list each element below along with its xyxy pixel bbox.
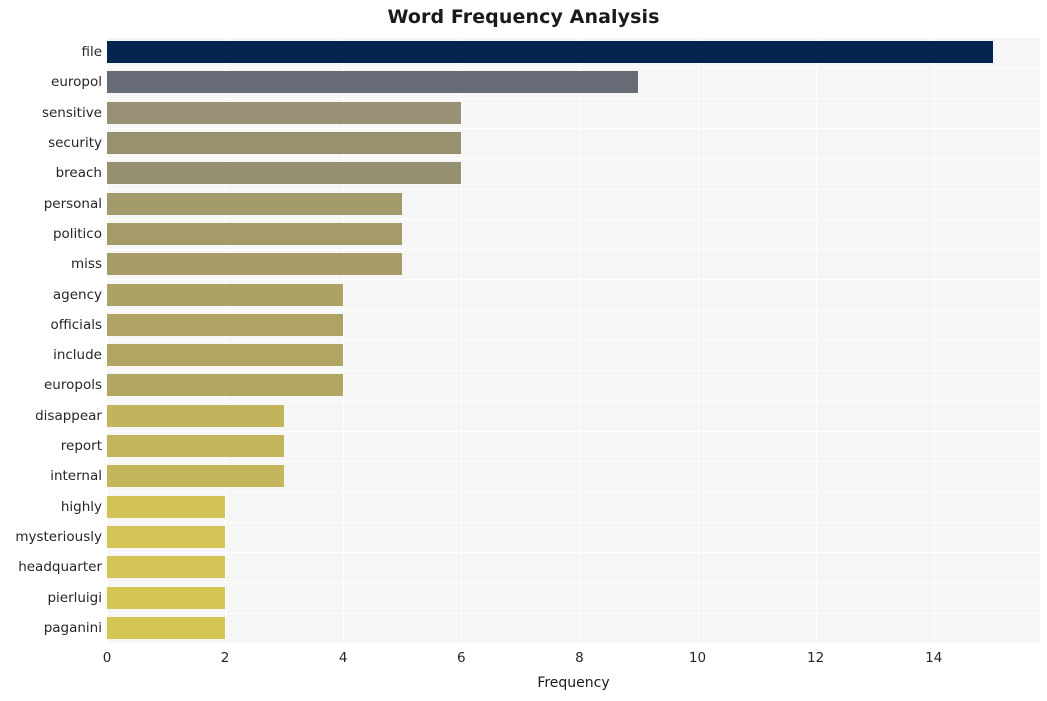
y-axis-tick-label: europol (51, 74, 102, 90)
y-axis-tick-label: internal (50, 468, 102, 484)
gridline-horizontal (107, 249, 1040, 250)
gridline-horizontal (107, 158, 1040, 159)
gridline-horizontal (107, 37, 1040, 38)
y-axis-tick-label: miss (71, 256, 102, 272)
bar (107, 102, 461, 124)
bar (107, 132, 461, 154)
bar (107, 284, 343, 306)
bar (107, 223, 402, 245)
bar (107, 344, 343, 366)
chart-title: Word Frequency Analysis (387, 6, 660, 28)
gridline-horizontal (107, 128, 1040, 129)
figure-canvas: Word Frequency Analysis file europol sensi… (0, 0, 1047, 701)
y-axis-tick-label: sensitive (41, 105, 102, 121)
x-axis-tick-label: 4 (338, 650, 348, 666)
y-axis-tick-label: report (60, 438, 102, 454)
bar (107, 193, 402, 215)
y-axis-tick-label: security (48, 135, 102, 151)
bar (107, 587, 225, 609)
gridline-vertical (579, 37, 580, 643)
y-axis-tick-label: highly (60, 499, 102, 515)
bar (107, 526, 225, 548)
x-axis-tick-label: 6 (457, 650, 466, 666)
gridline-vertical (461, 37, 462, 643)
gridline-horizontal (107, 189, 1040, 190)
y-axis-tick-label: paganini (43, 620, 102, 636)
bar (107, 374, 343, 396)
y-axis-tick-label: agency (52, 287, 102, 303)
bar (107, 556, 225, 578)
y-axis-tick-label: include (53, 347, 102, 363)
gridline-horizontal (107, 522, 1040, 523)
gridline-horizontal (107, 279, 1040, 280)
y-axis-tick-label: headquarter (18, 559, 102, 575)
bar (107, 314, 343, 336)
y-axis-tick-label: europols (44, 377, 102, 393)
x-axis-title: Frequency (537, 675, 610, 691)
gridline-horizontal (107, 613, 1040, 614)
gridline-vertical (225, 37, 226, 643)
gridline-horizontal (107, 370, 1040, 371)
gridline-vertical (343, 37, 344, 643)
y-axis-tick-label: breach (55, 165, 102, 181)
x-axis-tick-label: 12 (807, 650, 825, 666)
bar (107, 41, 993, 63)
gridline-vertical (934, 37, 935, 643)
gridline-horizontal (107, 340, 1040, 341)
bar (107, 496, 225, 518)
y-axis-tick-label: mysteriously (15, 529, 102, 545)
gridline-horizontal (107, 461, 1040, 462)
x-axis-tick-labels: 0 2 4 6 8 10 12 14 (0, 650, 1047, 670)
bar (107, 405, 284, 427)
y-axis-tick-label: file (81, 44, 102, 60)
gridline-horizontal (107, 582, 1040, 583)
gridline-horizontal (107, 492, 1040, 493)
gridline-horizontal (107, 67, 1040, 68)
y-axis-tick-label: disappear (35, 408, 102, 424)
bar (107, 253, 402, 275)
gridline-horizontal (107, 431, 1040, 432)
bar (107, 435, 284, 457)
gridline-horizontal (107, 98, 1040, 99)
gridline-horizontal (107, 552, 1040, 553)
y-axis-tick-label: personal (43, 196, 102, 212)
x-axis-tick-label: 2 (220, 650, 230, 666)
x-axis-tick-label: 0 (102, 650, 112, 666)
bar (107, 465, 284, 487)
bar (107, 617, 225, 639)
y-axis-tick-label: officials (50, 317, 102, 333)
x-axis-tick-label: 8 (575, 650, 584, 666)
gridline-horizontal (107, 310, 1040, 311)
plot-area (107, 37, 1040, 643)
gridline-vertical (698, 37, 699, 643)
bar (107, 162, 461, 184)
gridline-vertical (107, 37, 108, 643)
gridline-vertical (816, 37, 817, 643)
gridline-horizontal (107, 401, 1040, 402)
y-axis-tick-label: pierluigi (47, 590, 102, 606)
y-axis-tick-labels: file europol sensitive security breach person… (0, 37, 102, 643)
x-axis-tick-label: 14 (925, 650, 943, 666)
y-axis-tick-label: politico (52, 226, 102, 242)
x-axis-tick-label: 10 (688, 650, 707, 666)
gridline-horizontal (107, 219, 1040, 220)
bar (107, 71, 638, 93)
